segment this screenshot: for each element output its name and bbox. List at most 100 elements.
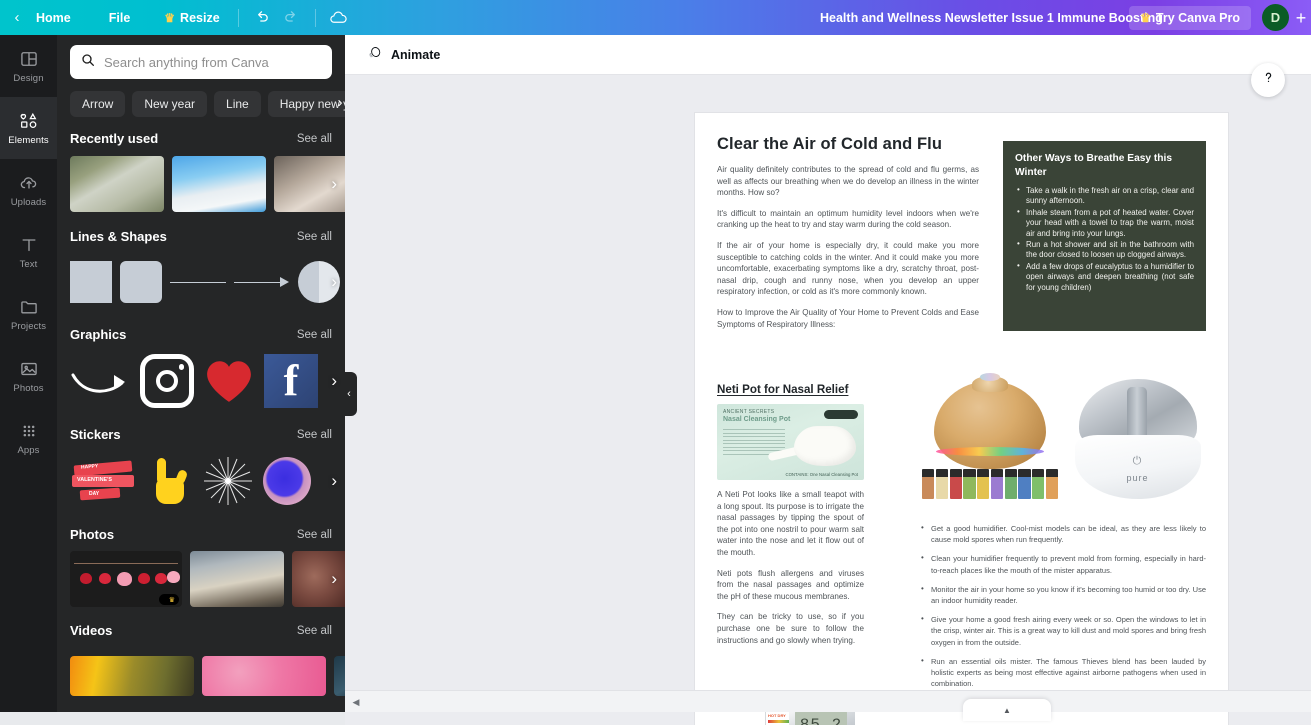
see-all-graphics[interactable]: See all (297, 329, 332, 341)
page-title[interactable]: Clear the Air of Cold and Flu (717, 135, 1017, 154)
design-page[interactable]: Clear the Air of Cold and Flu Air qualit… (695, 113, 1228, 725)
chevron-right-icon[interactable]: › (331, 471, 337, 491)
see-all-stickers[interactable]: See all (297, 429, 332, 441)
chevron-right-icon[interactable]: › (331, 371, 337, 391)
search-box[interactable] (70, 45, 332, 79)
sticker-flower-circle[interactable] (262, 456, 312, 506)
see-all-photos[interactable]: See all (297, 529, 332, 541)
shape-line[interactable] (170, 261, 226, 303)
file-menu-button[interactable]: File (99, 6, 141, 30)
chip-arrow[interactable]: Arrow (70, 91, 126, 117)
body-paragraph[interactable]: A Neti Pot looks like a small teapot wit… (717, 489, 864, 559)
see-all-recently-used[interactable]: See all (297, 133, 332, 145)
redo-icon[interactable] (277, 5, 307, 31)
shape-rounded-square[interactable] (120, 261, 162, 303)
crown-icon-pro: ♛ (1140, 11, 1151, 25)
sidebar-item-design[interactable]: Design (0, 35, 57, 97)
body-paragraph[interactable]: Air quality definitely contributes to th… (717, 164, 979, 199)
panel-collapse-button[interactable]: ‹ (341, 372, 357, 416)
animate-icon (367, 45, 383, 64)
section-header-lines-shapes: Lines & Shapes See all (57, 229, 345, 244)
canvas-scroll-area[interactable]: Clear the Air of Cold and Flu Air qualit… (345, 75, 1311, 725)
body-paragraph[interactable]: They can be tricky to use, so if you pur… (717, 611, 864, 646)
sidebar-label-apps: Apps (17, 444, 40, 456)
thumbnail-item[interactable] (172, 156, 266, 212)
shape-arrow-line[interactable] (234, 261, 290, 303)
chevron-left-icon: ‹ (347, 388, 351, 400)
sidebar-item-projects[interactable]: Projects (0, 283, 57, 345)
undo-icon[interactable] (247, 5, 277, 31)
thumbnail-item[interactable] (70, 156, 164, 212)
body-paragraph[interactable]: How to Improve the Air Quality of Your H… (717, 307, 979, 330)
thumbnail-item[interactable] (70, 656, 194, 696)
thumbnail-item[interactable] (202, 656, 326, 696)
see-all-videos[interactable]: See all (297, 625, 332, 637)
graphic-heart-icon[interactable] (202, 355, 256, 407)
shape-square[interactable] (70, 261, 112, 303)
toolbar-divider-1 (237, 8, 239, 27)
add-collaborator-button[interactable]: + (1291, 6, 1311, 30)
sidebar-item-text[interactable]: Text (0, 221, 57, 283)
neti-pot-product-image[interactable]: ANCIENT SECRETS Nasal Cleansing Pot CONT… (717, 404, 864, 480)
sidebar-label-photos: Photos (13, 382, 44, 394)
chevron-right-icon[interactable]: › (331, 174, 337, 194)
home-button[interactable]: Home (26, 6, 81, 30)
section-title-recently-used: Recently used (70, 131, 159, 146)
graphic-instagram-icon[interactable] (140, 354, 194, 408)
thumb-row-graphics: f › (57, 349, 345, 413)
section-title-photos: Photos (70, 527, 115, 542)
sidebar-item-uploads[interactable]: Uploads (0, 159, 57, 221)
object-toolbar: Animate (345, 35, 1311, 75)
try-canva-pro-button[interactable]: ♛ Try Canva Pro (1129, 6, 1251, 30)
section-videos: Videos See all (57, 623, 345, 707)
callout-box[interactable]: Other Ways to Breathe Easy this Winter T… (1003, 141, 1206, 331)
help-button[interactable] (1251, 63, 1285, 97)
thumbnail-item[interactable]: ♛ (70, 551, 182, 607)
callout-list-item: Add a few drops of eucalyptus to a humid… (1015, 261, 1194, 293)
sidebar-item-elements[interactable]: Elements (0, 97, 57, 159)
photo-icon (19, 359, 39, 379)
chevron-right-icon[interactable]: › (331, 272, 337, 292)
search-icon (80, 52, 96, 73)
section-recently-used: Recently used See all › (57, 131, 345, 215)
pages-expand-button[interactable]: ▲ (963, 699, 1051, 721)
sidebar-item-apps[interactable]: Apps (0, 407, 57, 469)
resize-button[interactable]: ♛ Resize (154, 6, 229, 30)
body-paragraph[interactable]: Neti pots flush allergens and viruses fr… (717, 568, 864, 603)
graphic-curved-arrow[interactable] (70, 355, 132, 407)
oil-diffuser-image[interactable] (920, 373, 1060, 502)
sticker-pointing-hand[interactable] (144, 456, 194, 506)
chip-line[interactable]: Line (214, 91, 261, 117)
search-input[interactable] (104, 54, 322, 70)
file-label: File (108, 10, 131, 25)
document-right-column: Get a good humidifier. Cool-mist models … (920, 522, 1206, 697)
chips-next-icon[interactable]: › (332, 94, 345, 111)
sidebar-item-photos[interactable]: Photos (0, 345, 57, 407)
humidifier-image[interactable]: ⏻ pure (1069, 377, 1206, 502)
graphic-facebook-icon[interactable]: f (264, 354, 318, 408)
sidebar-label-design: Design (13, 72, 44, 84)
section-header-graphics: Graphics See all (57, 327, 345, 342)
thumbnail-item[interactable] (334, 656, 345, 696)
sticker-valentines-banner[interactable]: HAPPY VALENTINE'S DAY (70, 457, 136, 505)
sticker-sparkle[interactable] (202, 456, 254, 506)
neti-pot-footer: CONTAINS: One Nasal Cleansing Pot (785, 472, 858, 477)
chip-new-year[interactable]: New year (132, 91, 208, 117)
tips-list-item: Get a good humidifier. Cool-mist models … (920, 522, 1206, 545)
animate-button[interactable]: Animate (359, 40, 448, 69)
body-paragraph[interactable]: If the air of your home is especially dr… (717, 240, 979, 298)
cloud-saved-icon[interactable] (324, 5, 354, 31)
thumbnail-item[interactable] (190, 551, 284, 607)
callout-list-item: Run a hot shower and sit in the bathroom… (1015, 239, 1194, 261)
chevron-right-icon[interactable]: › (331, 569, 337, 589)
section-header-videos: Videos See all (57, 623, 345, 638)
avatar[interactable]: D (1262, 4, 1289, 31)
bottom-collapse-button[interactable]: ◀ (349, 694, 363, 710)
tips-list-item: Monitor the air in your home so you know… (920, 583, 1206, 606)
see-all-lines-shapes[interactable]: See all (297, 231, 332, 243)
body-paragraph[interactable]: It's difficult to maintain an optimum hu… (717, 208, 979, 231)
tips-list-item: Run an essential oils mister. The famous… (920, 655, 1206, 690)
document-title[interactable]: Health and Wellness Newsletter Issue 1 I… (812, 0, 1171, 35)
back-button[interactable]: ‹ (0, 9, 26, 26)
hygrometer-reading: 85.2 (795, 711, 847, 725)
